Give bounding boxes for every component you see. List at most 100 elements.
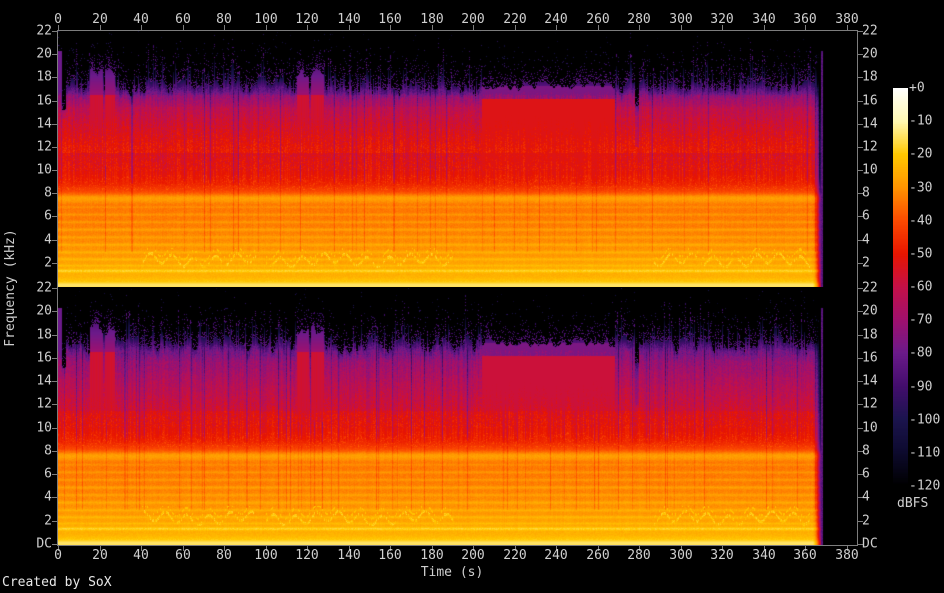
db-tick-label: -110 [909,445,941,461]
time-tick-label-top: 380 [835,12,859,27]
freq-tick-label-right: 2 [862,513,870,529]
plot-border-top [57,30,858,31]
time-tick-label-top: 220 [503,12,527,27]
freq-tick-label-left: 4 [44,232,52,248]
colorbar-unit-label: dBFS [897,496,929,511]
time-tick-label-top: 0 [54,12,62,27]
freq-tick-label-right: 22 [862,23,878,39]
time-tick-label-bottom: 40 [133,548,149,563]
freq-tick-left [52,240,57,241]
spectrogram-channel-1 [58,31,857,287]
time-tick-label-bottom: 360 [793,548,817,563]
freq-tick-label-left: 20 [36,46,52,62]
db-tick-label: -90 [909,379,933,394]
freq-tick-label-right: 22 [862,280,878,296]
time-tick-label-top: 180 [420,12,444,27]
time-tick-label-top: 100 [254,12,278,27]
freq-tick-left [52,216,57,217]
freq-tick-left [52,335,57,336]
time-tick-label-bottom: 320 [710,548,734,563]
time-tick-label-top: 60 [175,12,191,27]
freq-tick-label-right: 18 [862,69,878,85]
freq-tick-label-right: 16 [862,93,878,109]
time-tick-label-bottom: 380 [835,548,859,563]
db-tick-label: -60 [909,279,933,295]
freq-tick-label-left: 4 [44,489,52,505]
freq-tick-left [52,544,57,545]
freq-tick-label-left: 2 [44,513,52,529]
plot-border-left [57,30,58,546]
freq-tick-label-right: 14 [862,373,878,389]
time-tick-label-bottom: 100 [254,548,278,563]
time-tick-label-bottom: 220 [503,548,527,563]
time-tick-label-top: 280 [627,12,651,27]
db-tick-label: -40 [909,213,933,229]
time-axis-title: Time (s) [420,565,484,580]
freq-tick-label-left: 8 [44,185,52,201]
credit-text: Created by SoX [2,575,112,590]
freq-tick-label-right: 10 [862,162,878,178]
freq-tick-label-left: 14 [36,116,52,132]
freq-tick-label-left: 18 [36,69,52,85]
freq-tick-left [52,124,57,125]
freq-tick-label-left: 18 [36,327,52,343]
time-tick-label-top: 300 [669,12,693,27]
db-tick-label: -30 [909,180,933,195]
freq-tick-left [52,77,57,78]
time-tick-label-bottom: 160 [378,548,402,563]
freq-tick-label-right: 12 [862,396,878,412]
freq-tick-label-right: 16 [862,350,878,366]
freq-tick-label-right: DC [862,536,878,552]
freq-tick-label-right: 2 [862,255,870,271]
time-tick-label-top: 360 [793,12,817,27]
db-tick-label: -100 [909,412,941,428]
freq-tick-left [52,54,57,55]
freq-tick-left [52,404,57,405]
freq-tick-label-left: 14 [36,373,52,389]
freq-tick-label-right: 8 [862,185,870,201]
time-tick-label-top: 160 [378,12,402,27]
freq-tick-left [52,147,57,148]
freq-tick-label-right: 18 [862,327,878,343]
freq-tick-label-right: 8 [862,443,870,459]
time-tick-label-top: 40 [133,12,149,27]
time-tick-label-bottom: 80 [216,548,232,563]
time-tick-label-top: 120 [295,12,319,27]
freq-tick-left [52,263,57,264]
db-tick-label: -10 [909,113,933,129]
freq-tick-left [52,428,57,429]
time-tick-label-bottom: 340 [752,548,776,563]
freq-tick-label-right: 20 [862,303,878,319]
time-tick-label-bottom: 120 [295,548,319,563]
freq-tick-label-left: 10 [36,162,52,178]
time-tick-label-top: 240 [544,12,568,27]
freq-tick-label-right: 14 [862,116,878,132]
time-tick-label-bottom: 300 [669,548,693,563]
freq-tick-label-right: 4 [862,489,870,505]
db-tick-label: -20 [909,146,933,162]
time-tick-label-bottom: 240 [544,548,568,563]
time-tick-label-bottom: 140 [337,548,361,563]
freq-tick-label-right: 4 [862,232,870,248]
spectrogram-channel-2 [58,288,857,545]
freq-tick-label-left: 20 [36,303,52,319]
freq-tick-left [52,288,57,289]
freq-tick-label-left: 6 [44,208,52,224]
time-tick-label-top: 200 [461,12,485,27]
time-tick-label-bottom: 180 [420,548,444,563]
db-tick-label: -70 [909,312,933,328]
freq-tick-label-right: 6 [862,208,870,224]
freq-tick-left [52,381,57,382]
freq-tick-left [52,170,57,171]
time-tick-label-bottom: 280 [627,548,651,563]
freq-tick-label-left: 16 [36,93,52,109]
time-tick-label-bottom: 0 [54,548,62,563]
colorbar [893,88,908,486]
time-tick-label-top: 260 [586,12,610,27]
db-tick-label: -120 [909,478,941,494]
freq-tick-label-left: DC [36,536,52,552]
sox-spectrogram-window: Frequency (kHz) Time (s) dBFS Created by… [0,0,944,593]
freq-tick-left [52,474,57,475]
time-tick-label-bottom: 200 [461,548,485,563]
freq-tick-label-right: 12 [862,139,878,155]
